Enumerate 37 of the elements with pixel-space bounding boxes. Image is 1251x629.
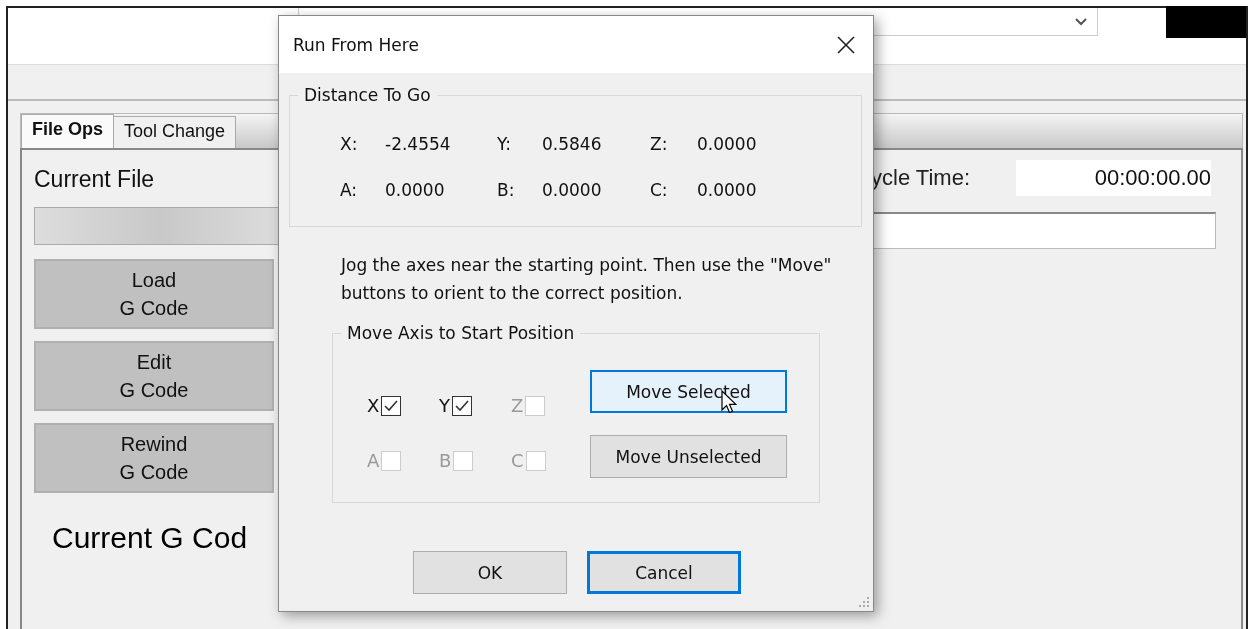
cycle-time-value: 00:00:00.00: [1016, 160, 1211, 196]
chevron-down-icon: [1075, 17, 1087, 26]
tab[interactable]: Tool Change: [113, 116, 237, 148]
checkbox-label: Z: [511, 395, 524, 416]
dialog-title: Run From Here: [293, 34, 419, 55]
dialog-button[interactable]: OK: [413, 551, 567, 594]
checkbox-label: Y: [439, 395, 450, 416]
checkbox[interactable]: [381, 395, 402, 416]
tab[interactable]: File Ops: [21, 114, 114, 148]
axis-value: 0.5846: [542, 134, 603, 154]
axis-value: 0.0000: [697, 134, 758, 154]
axis-label: A:: [340, 180, 359, 200]
file-button[interactable]: Rewind G Code: [34, 423, 274, 493]
file-button[interactable]: Load G Code: [34, 259, 274, 329]
checkbox-label: B: [439, 450, 452, 471]
checkbox-label: A: [367, 450, 380, 471]
axis-value: 0.0000: [385, 180, 446, 200]
file-button[interactable]: Edit G Code: [34, 341, 274, 411]
move-button[interactable]: Move Unselected: [590, 435, 787, 478]
checkbox-label: X: [367, 395, 380, 416]
axis-label: B:: [497, 180, 516, 200]
axis-label: C:: [650, 180, 669, 200]
axis-label: Z:: [650, 134, 669, 154]
axis-label: X:: [340, 134, 359, 154]
dialog-button[interactable]: Cancel: [587, 551, 741, 594]
axis-value: 0.0000: [697, 180, 758, 200]
axis-value: 0.0000: [542, 180, 603, 200]
move-button[interactable]: Move Selected: [590, 370, 787, 413]
checkbox-label: C: [511, 450, 524, 471]
checkbox[interactable]: [452, 395, 472, 416]
current-gcode-label: Current G Cod: [52, 521, 249, 555]
resize-grip-icon[interactable]: [859, 597, 869, 607]
axis-label: Y:: [497, 134, 512, 154]
current-file-label: Current File: [34, 166, 156, 193]
close-icon[interactable]: [837, 35, 855, 54]
axis-value: -2.4554: [385, 134, 452, 154]
instructions-text: Jog the axes near the starting point. Then use the "Move" buttons to orient to the correct position.: [341, 254, 832, 305]
